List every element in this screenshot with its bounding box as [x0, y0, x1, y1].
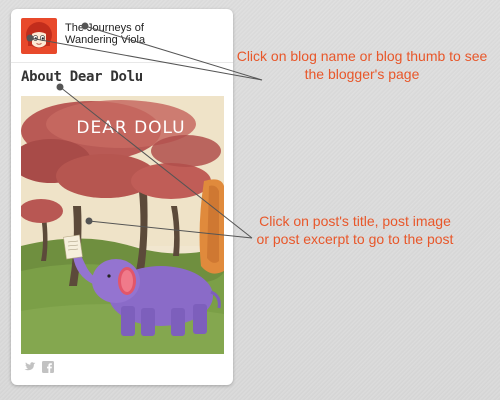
callout-post: Click on post's title, post image or pos… — [256, 213, 454, 247]
blog-header: The Journeys of Wandering Viola — [21, 18, 221, 56]
header-divider — [11, 62, 233, 63]
callout-blog: Click on blog name or blog thumb to see … — [236, 48, 488, 82]
twitter-icon[interactable] — [24, 361, 36, 373]
post-title-link[interactable]: About Dear Dolu — [21, 69, 143, 85]
facebook-icon[interactable] — [42, 361, 54, 373]
letter — [63, 234, 83, 260]
post-image[interactable]: DEAR DOLU — [21, 96, 224, 354]
blog-thumb[interactable] — [21, 18, 57, 54]
post-image-title: DEAR DOLU — [76, 118, 185, 138]
blog-name-link[interactable]: The Journeys of Wandering Viola — [65, 22, 185, 46]
blog-post-card: The Journeys of Wandering Viola About De… — [11, 9, 233, 385]
girl-avatar-icon — [21, 18, 57, 54]
post-illustration: DEAR DOLU — [21, 96, 224, 354]
